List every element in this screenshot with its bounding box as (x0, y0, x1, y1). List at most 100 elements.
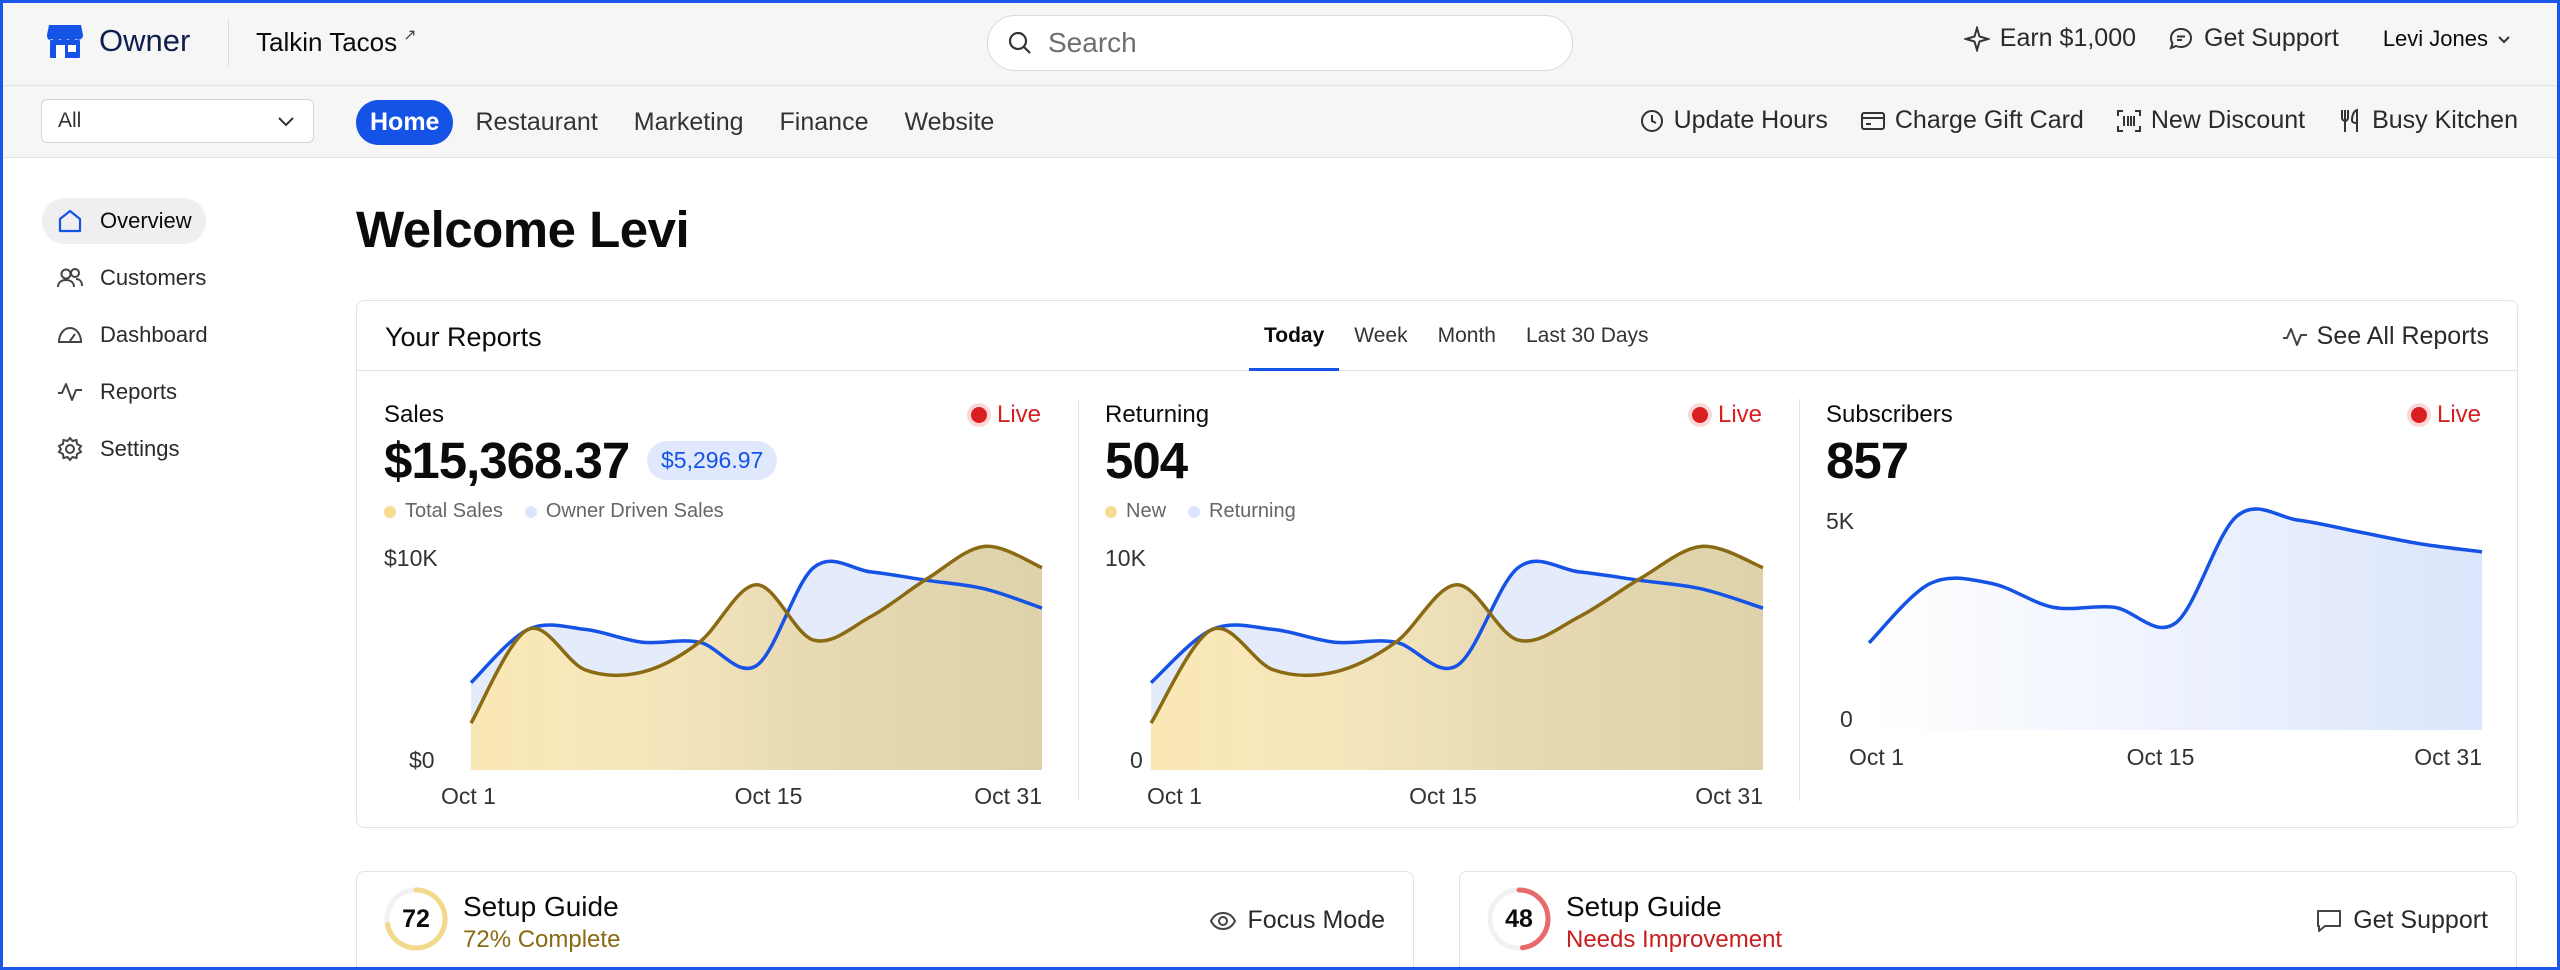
x-tick-label: Oct 1 (441, 783, 496, 809)
legend-swatch (1105, 505, 1117, 518)
charge-gift-card-button[interactable]: Charge Gift Card (1860, 106, 2084, 135)
x-tick-label: Oct 1 (1147, 783, 1202, 809)
chevron-down-icon (2498, 35, 2510, 43)
tab-home[interactable]: Home (356, 100, 454, 145)
external-link-icon: ↗ (403, 27, 417, 44)
period-tabs: Today Week Month Last 30 Days (1249, 301, 1664, 371)
sparkle-icon (1963, 25, 1990, 52)
live-indicator: Live (2411, 401, 2481, 429)
busy-kitchen-button[interactable]: Busy Kitchen (2337, 106, 2518, 135)
legend-swatch (384, 505, 396, 518)
new-discount-label: New Discount (2150, 106, 2306, 134)
new-discount-button[interactable]: New Discount (2116, 106, 2305, 135)
see-all-reports-button[interactable]: See All Reports (2281, 322, 2489, 351)
focus-mode-button[interactable]: Focus Mode (1209, 906, 1385, 935)
user-menu[interactable]: Levi Jones (2383, 26, 2512, 52)
restaurant-link[interactable]: Talkin Tacos ↗ (256, 27, 417, 58)
legend-item: New (1105, 500, 1166, 523)
activity-icon (2282, 327, 2307, 346)
live-indicator: Live (1692, 401, 1762, 429)
user-name: Levi Jones (2382, 25, 2488, 51)
update-hours-button[interactable]: Update Hours (1639, 106, 1828, 135)
reports-card: Your Reports Today Week Month Last 30 Da… (356, 300, 2518, 828)
chart-legend: New Returning (1105, 500, 1296, 523)
tab-week[interactable]: Week (1339, 301, 1422, 371)
gauge-icon (57, 326, 83, 343)
setup-subtitle: 72% Complete (463, 926, 621, 953)
sidebar-item-reports[interactable]: Reports (42, 369, 191, 415)
panel-title: Sales (384, 401, 445, 428)
returning-value: 504 (1105, 432, 1188, 489)
setup-title: Setup Guide (1566, 891, 1722, 922)
setup-guide-card[interactable]: 72 Setup Guide 72% Complete Focus Mode (356, 871, 1414, 970)
sales-value: $15,368.37 (384, 432, 630, 489)
returning-panel[interactable]: 10K 0 Oct 1 Oct 15 Oct 31 Returning Live 504… (1078, 372, 1799, 828)
sidebar-item-label: Customers (100, 265, 207, 290)
sidebar-item-dashboard[interactable]: Dashboard (42, 312, 222, 358)
sidebar-item-customers[interactable]: Customers (42, 255, 220, 301)
sales-panel[interactable]: $10K $0 Oct 1 Oct 15 Oct 31 Sales Live $15,3… (357, 372, 1078, 828)
search-bar[interactable] (987, 15, 1573, 71)
page-title: Welcome Levi (356, 201, 690, 258)
series-area (471, 546, 1042, 770)
tab-website[interactable]: Website (890, 100, 1008, 145)
brand[interactable]: Owner (45, 21, 190, 61)
brand-name: Owner (99, 23, 191, 58)
location-select[interactable]: All (41, 99, 314, 143)
top-bar: Owner Talkin Tacos ↗ Earn $1,000 Get Sup… (0, 0, 2560, 86)
y-tick-label: 10K (1105, 545, 1147, 571)
utensils-icon (2341, 108, 2359, 132)
tab-restaurant[interactable]: Restaurant (461, 100, 611, 145)
charge-gift-card-label: Charge Gift Card (1894, 106, 2084, 134)
chart-legend: Total Sales Owner Driven Sales (384, 500, 724, 523)
setup-score: 48 (1505, 904, 1533, 933)
tab-last-30-days[interactable]: Last 30 Days (1511, 301, 1664, 371)
sidebar-item-label: Dashboard (100, 322, 208, 347)
chevron-down-icon (278, 117, 294, 127)
y-tick-label: $0 (409, 747, 435, 773)
live-dot-icon (1692, 407, 1708, 423)
location-select-value: All (58, 109, 82, 132)
owner-driven-badge: $5,296.97 (647, 441, 778, 480)
tab-finance[interactable]: Finance (766, 100, 883, 145)
sidebar-item-overview[interactable]: Overview (42, 198, 206, 244)
subscribers-panel[interactable]: 5K 0 Oct 1 Oct 15 Oct 31 Subscribers Live 85… (1799, 372, 2517, 828)
reports-header: Your Reports Today Week Month Last 30 Da… (357, 301, 2517, 371)
get-support-button[interactable]: Get Support (2168, 24, 2339, 53)
search-input[interactable] (1048, 27, 1508, 59)
message-square-icon (2317, 909, 2342, 932)
y-tick-label: 5K (1826, 508, 1855, 534)
home-icon (58, 209, 82, 233)
earn-referral-button[interactable]: Earn $1,000 (1963, 24, 2136, 53)
eye-icon (1210, 911, 1237, 930)
top-actions: Earn $1,000 Get Support Levi Jones (1932, 24, 2512, 53)
activity-icon (58, 383, 82, 401)
live-label: Live (1718, 401, 1763, 428)
busy-kitchen-label: Busy Kitchen (2372, 106, 2518, 134)
legend-item: Total Sales (384, 500, 503, 523)
gear-icon (57, 436, 83, 462)
tab-today[interactable]: Today (1249, 301, 1340, 371)
earn-referral-label: Earn $1,000 (1999, 24, 2136, 52)
nav-tabs: Home Restaurant Marketing Finance Websit… (356, 100, 1008, 145)
sidebar: Overview Customers Dashboard Reports Set… (42, 198, 292, 483)
get-support-label: Get Support (2353, 906, 2488, 934)
setup-guide-card[interactable]: 48 Setup Guide Needs Improvement Get Sup… (1459, 871, 2517, 970)
storefront-logo-icon (47, 25, 83, 58)
live-label: Live (997, 401, 1042, 428)
search-icon (1008, 31, 1031, 54)
tab-month[interactable]: Month (1423, 301, 1511, 371)
x-tick-label: Oct 15 (1409, 783, 1477, 809)
users-icon (57, 268, 83, 288)
legend-label: Total Sales (405, 500, 503, 522)
sidebar-item-label: Reports (100, 379, 178, 404)
x-tick-label: Oct 15 (2127, 744, 2195, 770)
get-support-button[interactable]: Get Support (2315, 906, 2488, 935)
live-dot-icon (2411, 407, 2427, 423)
setup-title: Setup Guide (463, 891, 619, 922)
live-label: Live (2437, 401, 2482, 428)
tab-marketing[interactable]: Marketing (620, 100, 758, 145)
y-tick-label: 0 (1130, 747, 1143, 773)
x-tick-label: Oct 1 (1849, 744, 1904, 770)
sidebar-item-settings[interactable]: Settings (42, 426, 194, 472)
